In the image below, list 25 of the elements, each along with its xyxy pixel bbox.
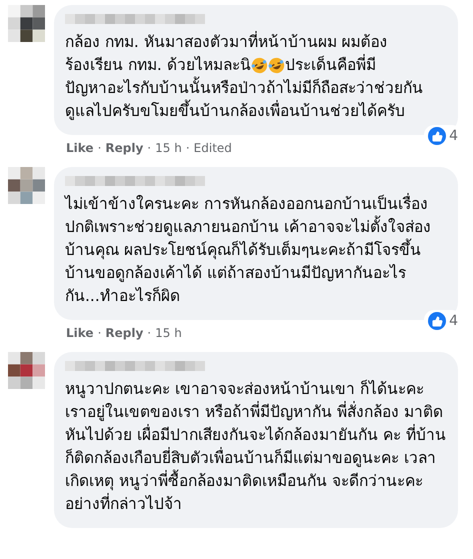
comment-meta-text: 15 h	[155, 326, 182, 340]
comment-text: หนูวาปกตนะคะ เขาอาจจะส่องหน้าบ้านเขา ก็ได้นะคะ เราอยู่ในเขตของเรา หรือถ้าพี่มีปัญหากัน พี่สั่งกล้อง มาติดหันไปด้วย เผื่อมีปากเสียงกันจะได้กล้องมายันกัน คะ ที่บ้านก็ติดกล้องเกือบยี่สิบตัวเพื่อนบ้านก็มีแต่มาขอดูนะคะ เวลาเกิดเหตุ หนูว่าพี่ซื้อกล้องมาติดเหมือนกัน จะดีกว่านะคะ อย่างที่กล่าวไปจ้า	[65, 378, 446, 515]
laughing-face-icon	[268, 57, 285, 74]
reply-link[interactable]: Reply	[105, 141, 144, 155]
comment-meta-text: 15 h	[155, 141, 182, 155]
reply-link[interactable]: Reply	[105, 326, 144, 340]
like-link[interactable]: Like	[66, 141, 94, 155]
comment-text: กล้อง กทม. หันมาสองตัวมาที่หน้าบ้านผม ผมต้อง	[65, 31, 389, 53]
comment-text: ประเด็นคือพี่มี	[284, 54, 376, 76]
comment-text: ปัญหาอะไรกับบ้านนั้นหรือป่าวถ้าไม่มีก็ถือสะว่าช่วยกันดูแลไปครับขโมยขึ้นบ้านกล้องเพื่อนบ้านช่วยได้ครับ	[65, 77, 446, 123]
separator-dot: ·	[98, 141, 102, 155]
laughing-face-icon	[250, 57, 268, 74]
separator-dot: ·	[147, 141, 152, 155]
thumbs-up-icon	[432, 130, 443, 142]
comment-text: ร้องเรียน กทม. ด้วยไหมละนิ	[65, 55, 251, 76]
comment-meta-text: Edited	[194, 141, 232, 155]
separator-dot: ·	[98, 326, 102, 340]
like-link[interactable]: Like	[66, 326, 94, 340]
comment-text: ไม่เข้าข้างใครนะคะ การหันกล้องออกนอกบ้านเป็นเรื่องปกติเพราะช่วยดูแลภายนอกบ้าน เค้าอาจจะไม่ตั้งใจส่องบ้านคุณ ผลประโยชน์คุณก็ได้รับเต็มๆนะคะถ้ามีโจรขึ้นบ้านขอดูกล้องเค้าได้ แต่ถ้าสองบ้านมีปัญหากันอะไรกัน...ทำอะไรก็ผิด	[65, 193, 432, 307]
thumbs-up-icon	[432, 316, 443, 326]
separator-dot: ·	[186, 141, 190, 155]
avatar	[8, 5, 45, 42]
avatar	[8, 167, 45, 204]
avatar	[8, 352, 45, 389]
separator-dot: ·	[147, 326, 152, 340]
